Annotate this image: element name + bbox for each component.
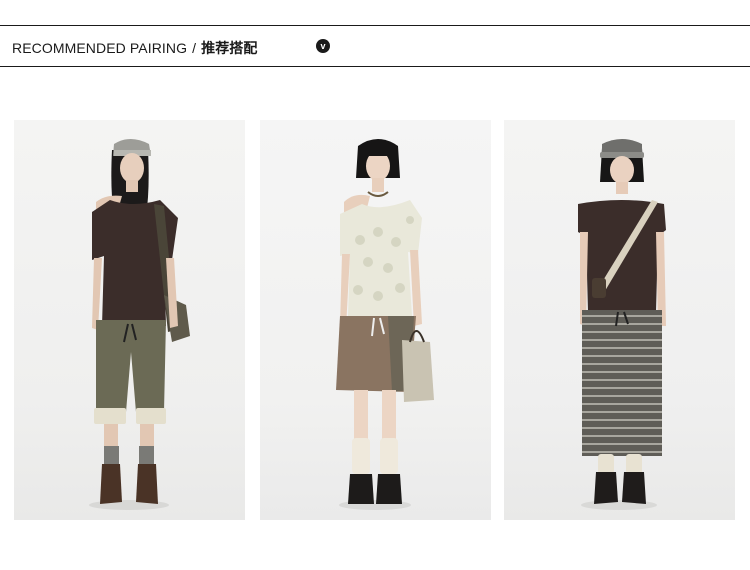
model-figure-1 [89, 139, 190, 510]
title-separator: / [192, 40, 197, 56]
outfit-photo-2[interactable] [260, 120, 491, 520]
section-title: RECOMMENDED PAIRING / 推荐搭配 [12, 38, 258, 58]
title-chinese: 推荐搭配 [201, 40, 258, 56]
model-figure-2 [336, 139, 434, 510]
title-english: RECOMMENDED PAIRING [12, 40, 188, 56]
section-header: RECOMMENDED PAIRING / 推荐搭配 v [0, 25, 750, 67]
outfit-photo-3[interactable] [504, 120, 735, 520]
outfit-photo-1[interactable] [14, 120, 245, 520]
model-figure-3 [578, 139, 666, 510]
chevron-down-icon[interactable]: v [316, 39, 330, 53]
